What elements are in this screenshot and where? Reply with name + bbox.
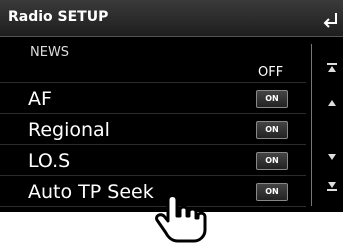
scroll-up-icon[interactable]	[323, 96, 341, 114]
setting-label: AF	[28, 88, 52, 110]
setting-label: Regional	[28, 119, 110, 141]
scroll-top-icon[interactable]	[323, 62, 341, 80]
regional-toggle-button[interactable]: ON	[256, 121, 288, 139]
setting-row-af: AF ON	[0, 83, 306, 114]
radio-setup-screen: Radio SETUP NEWS OFF AF ON Regional ON L…	[0, 0, 343, 212]
back-arrow-icon	[323, 13, 337, 28]
setting-row-los: LO.S ON	[0, 145, 306, 176]
title-bar: Radio SETUP	[0, 0, 343, 37]
scroll-down-icon[interactable]	[323, 150, 341, 168]
news-value: OFF	[258, 65, 284, 80]
los-toggle-button[interactable]: ON	[256, 152, 288, 170]
back-button[interactable]	[321, 10, 343, 34]
af-toggle-button[interactable]: ON	[256, 90, 288, 108]
scrollbar[interactable]	[309, 38, 343, 212]
pointing-hand-icon	[155, 194, 207, 243]
setting-label: Auto TP Seek	[28, 181, 154, 203]
scroll-track	[311, 44, 312, 206]
news-row[interactable]: NEWS OFF	[0, 37, 306, 83]
setting-row-regional: Regional ON	[0, 114, 306, 145]
setting-label: LO.S	[28, 150, 71, 172]
news-label: NEWS	[30, 45, 70, 60]
scroll-bottom-icon[interactable]	[323, 180, 341, 198]
page-title: Radio SETUP	[8, 9, 109, 25]
auto-tp-seek-toggle-button[interactable]: ON	[256, 183, 288, 201]
